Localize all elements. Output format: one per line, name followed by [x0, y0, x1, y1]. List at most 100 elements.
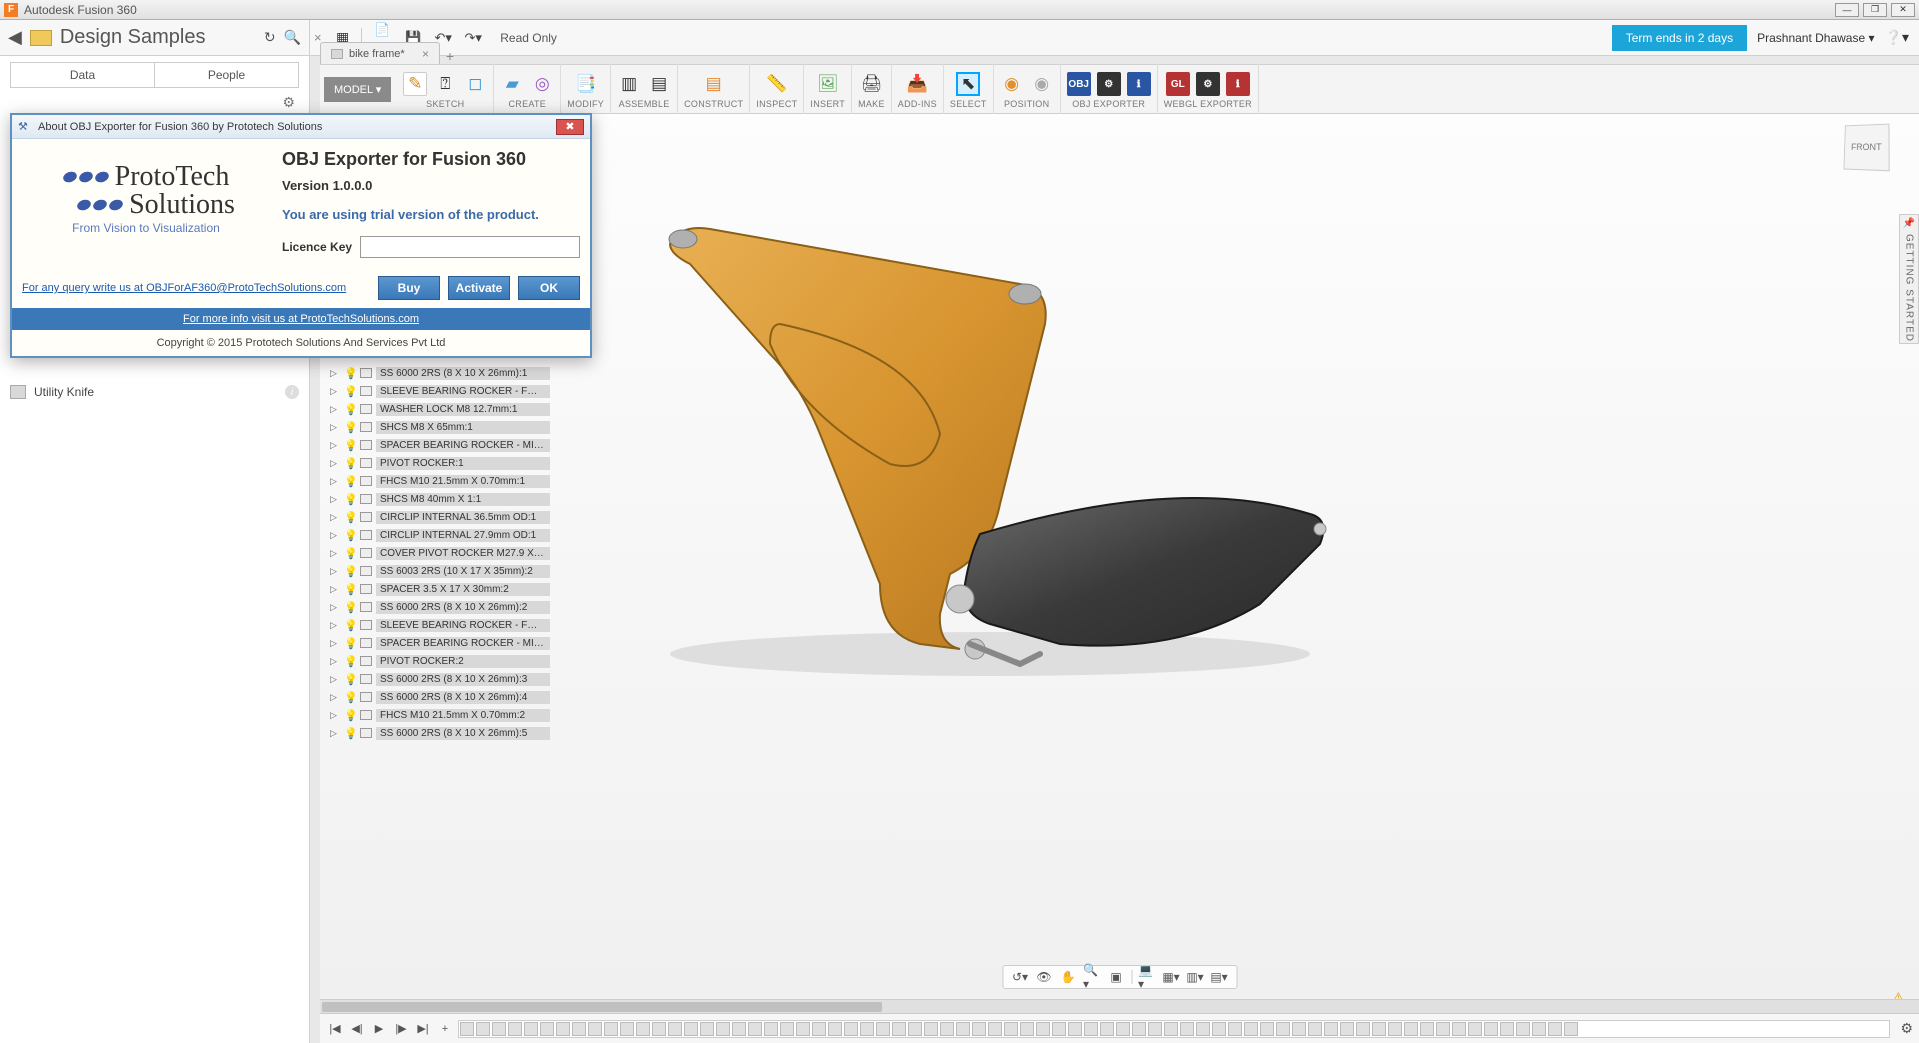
timeline-feature[interactable] — [1164, 1022, 1178, 1036]
visibility-icon[interactable]: 💡 — [344, 421, 356, 434]
timeline-feature[interactable] — [1020, 1022, 1034, 1036]
timeline-prev-icon[interactable]: ◀| — [348, 1020, 366, 1038]
visibility-icon[interactable]: 💡 — [344, 367, 356, 380]
info-icon[interactable]: i — [285, 385, 299, 399]
new-document-button[interactable]: + — [440, 48, 460, 64]
timeline-feature[interactable] — [876, 1022, 890, 1036]
refresh-icon[interactable]: ↻ — [264, 29, 276, 46]
restore-button[interactable]: ❐ — [1863, 3, 1887, 17]
timeline-feature[interactable] — [1308, 1022, 1322, 1036]
tree-row[interactable]: ▷💡SHCS M8 40mm X 1:1 — [330, 490, 550, 508]
timeline-feature[interactable] — [540, 1022, 554, 1036]
visibility-icon[interactable]: 💡 — [344, 691, 356, 704]
timeline-feature[interactable] — [1436, 1022, 1450, 1036]
timeline-feature[interactable] — [1100, 1022, 1114, 1036]
close-tab-icon[interactable]: × — [422, 47, 429, 61]
visibility-icon[interactable]: 💡 — [344, 475, 356, 488]
timeline-settings-icon[interactable]: ⚙ — [1900, 1020, 1913, 1037]
position-capture-icon[interactable]: ◉ — [1000, 72, 1024, 96]
modify-icon[interactable]: 📑 — [574, 72, 598, 96]
timeline-feature[interactable] — [1052, 1022, 1066, 1036]
timeline-feature[interactable] — [1452, 1022, 1466, 1036]
timeline-feature[interactable] — [956, 1022, 970, 1036]
expand-icon[interactable]: ▷ — [330, 458, 340, 469]
expand-icon[interactable]: ▷ — [330, 440, 340, 451]
construct-icon[interactable]: ▤ — [702, 72, 726, 96]
expand-icon[interactable]: ▷ — [330, 404, 340, 415]
pan-icon[interactable]: ✋ — [1059, 968, 1077, 986]
rect-icon[interactable]: ◻ — [463, 72, 487, 96]
timeline-feature[interactable] — [1388, 1022, 1402, 1036]
timeline-feature[interactable] — [844, 1022, 858, 1036]
tree-row[interactable]: ▷💡SPACER 3.5 X 17 X 30mm:2 — [330, 580, 550, 598]
tree-row[interactable]: ▷💡SPACER BEARING ROCKER - MID I... — [330, 634, 550, 652]
timeline-feature[interactable] — [732, 1022, 746, 1036]
timeline-feature[interactable] — [1356, 1022, 1370, 1036]
tree-row[interactable]: ▷💡PIVOT ROCKER:1 — [330, 454, 550, 472]
expand-icon[interactable]: ▷ — [330, 548, 340, 559]
tree-row[interactable]: ▷💡SLEEVE BEARING ROCKER - FWD:2 — [330, 616, 550, 634]
obj-export-icon[interactable]: OBJ — [1067, 72, 1091, 96]
timeline-feature[interactable] — [1116, 1022, 1130, 1036]
timeline-feature[interactable] — [780, 1022, 794, 1036]
timeline-play-icon[interactable]: ▶ — [370, 1020, 388, 1038]
expand-icon[interactable]: ▷ — [330, 368, 340, 379]
expand-icon[interactable]: ▷ — [330, 674, 340, 685]
visibility-icon[interactable]: 💡 — [344, 511, 356, 524]
expand-icon[interactable]: ▷ — [330, 620, 340, 631]
ok-button[interactable]: OK — [518, 276, 580, 300]
tree-row[interactable]: ▷💡PIVOT ROCKER:2 — [330, 652, 550, 670]
timeline-feature[interactable] — [620, 1022, 634, 1036]
timeline-feature[interactable] — [492, 1022, 506, 1036]
position-revert-icon[interactable]: ◉ — [1030, 72, 1054, 96]
visibility-icon[interactable]: 💡 — [344, 385, 356, 398]
timeline-feature[interactable] — [812, 1022, 826, 1036]
minimize-button[interactable]: — — [1835, 3, 1859, 17]
timeline-feature[interactable] — [972, 1022, 986, 1036]
timeline-feature[interactable] — [796, 1022, 810, 1036]
timeline-feature[interactable] — [556, 1022, 570, 1036]
timeline-collapse-icon[interactable]: + — [436, 1020, 454, 1038]
expand-icon[interactable]: ▷ — [330, 530, 340, 541]
visibility-icon[interactable]: 💡 — [344, 457, 356, 470]
make-icon[interactable]: 🖨 — [859, 72, 883, 96]
inspect-icon[interactable]: 📏 — [765, 72, 789, 96]
timeline-feature[interactable] — [572, 1022, 586, 1036]
dialog-titlebar[interactable]: ⚒ About OBJ Exporter for Fusion 360 by P… — [12, 115, 590, 139]
sketch-icon[interactable]: ✎ — [403, 72, 427, 96]
visibility-icon[interactable]: 💡 — [344, 619, 356, 632]
tree-row[interactable]: ▷💡SS 6000 2RS (8 X 10 X 26mm):4 — [330, 688, 550, 706]
tree-row[interactable]: ▷💡WASHER LOCK M8 12.7mm:1 — [330, 400, 550, 418]
expand-icon[interactable]: ▷ — [330, 638, 340, 649]
timeline-feature[interactable] — [524, 1022, 538, 1036]
joint-icon[interactable]: ▥ — [617, 72, 641, 96]
timeline-next-icon[interactable]: |▶ — [392, 1020, 410, 1038]
orbit-icon[interactable]: ↺▾ — [1011, 968, 1029, 986]
tab-people[interactable]: People — [155, 62, 299, 88]
timeline-track[interactable] — [458, 1020, 1890, 1038]
timeline-feature[interactable] — [924, 1022, 938, 1036]
expand-icon[interactable]: ▷ — [330, 602, 340, 613]
tree-row[interactable]: ▷💡SS 6000 2RS (8 X 10 X 26mm):1 — [330, 364, 550, 382]
expand-icon[interactable]: ▷ — [330, 386, 340, 397]
visibility-icon[interactable]: 💡 — [344, 403, 356, 416]
visibility-icon[interactable]: 💡 — [344, 727, 356, 740]
more-info-link[interactable]: For more info visit us at ProtoTechSolut… — [12, 308, 590, 330]
timeline-feature[interactable] — [1548, 1022, 1562, 1036]
horizontal-scrollbar[interactable] — [320, 999, 1919, 1013]
back-icon[interactable]: ◀ — [8, 27, 22, 48]
expand-icon[interactable]: ▷ — [330, 494, 340, 505]
display-icon[interactable]: 💻▾ — [1138, 968, 1156, 986]
webgl-export-icon[interactable]: GL — [1166, 72, 1190, 96]
timeline-feature[interactable] — [892, 1022, 906, 1036]
timeline-feature[interactable] — [908, 1022, 922, 1036]
timeline-feature[interactable] — [1516, 1022, 1530, 1036]
timeline-feature[interactable] — [748, 1022, 762, 1036]
timeline-feature[interactable] — [460, 1022, 474, 1036]
assemble-icon[interactable]: ▤ — [647, 72, 671, 96]
tree-row[interactable]: ▷💡COVER PIVOT ROCKER M27.9 X 1/... — [330, 544, 550, 562]
timeline-feature[interactable] — [604, 1022, 618, 1036]
tree-row[interactable]: ▷💡SS 6000 2RS (8 X 10 X 26mm):3 — [330, 670, 550, 688]
webgl-about-icon[interactable]: ℹ — [1226, 72, 1250, 96]
timeline-feature[interactable] — [1004, 1022, 1018, 1036]
